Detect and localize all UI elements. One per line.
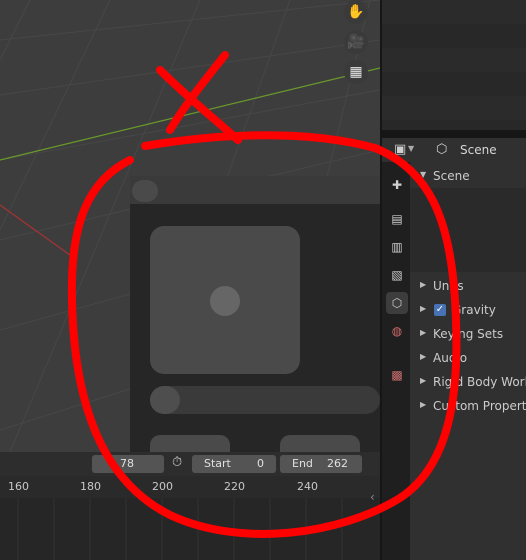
- overlay-slider-track[interactable]: [150, 386, 380, 414]
- scene-icon[interactable]: ⬡: [386, 292, 408, 314]
- editor-type-icon[interactable]: ▣: [394, 142, 406, 157]
- grid-icon[interactable]: ▦: [344, 60, 368, 84]
- overlay-panel-header: [130, 176, 380, 204]
- frame-tick: 200: [152, 480, 173, 493]
- tool-icon[interactable]: ✚: [386, 174, 408, 196]
- section-custom-properties[interactable]: ▶ Custom Properties: [410, 396, 526, 418]
- chevron-down-icon[interactable]: ▼: [408, 144, 414, 153]
- timeline-header: 78 ⏱ Start 0 End 262: [0, 452, 380, 476]
- outliner-row: [382, 72, 526, 96]
- outliner-row: [382, 0, 526, 24]
- properties-header: ▣ ▼ ⬡ Scene: [382, 138, 526, 162]
- properties-tabs: ✚ ▤ ▥ ▧ ⬡ ◍ ▩: [382, 162, 410, 560]
- properties-body: ▼ Scene ▶ Units ▶ ✓ Gravity ▶ Keying Set…: [410, 162, 526, 560]
- current-frame-field[interactable]: 78: [92, 455, 164, 473]
- properties-header-label: Scene: [460, 143, 497, 157]
- timeline-body[interactable]: ‹: [0, 490, 380, 560]
- expand-arrow-icon: ▼: [420, 170, 427, 179]
- timeline-grid: [17, 498, 343, 560]
- section-audio[interactable]: ▶ Audio: [410, 348, 526, 370]
- section-units[interactable]: ▶ Units: [410, 276, 526, 298]
- hand-icon[interactable]: ✋: [344, 0, 368, 24]
- output-icon[interactable]: ▥: [386, 236, 408, 258]
- outliner: [382, 0, 526, 130]
- overlay-slider-knob[interactable]: [150, 386, 180, 414]
- collapse-arrow-icon: ▶: [420, 304, 427, 313]
- overlay-header-dot: [132, 180, 158, 202]
- collapse-arrow-icon: ▶: [420, 280, 427, 289]
- section-keying-sets[interactable]: ▶ Keying Sets: [410, 324, 526, 346]
- render-icon[interactable]: ▤: [386, 208, 408, 230]
- frame-tick: 160: [8, 480, 29, 493]
- collapse-arrow-icon: ▶: [420, 328, 427, 337]
- texture-icon[interactable]: ▩: [386, 364, 408, 386]
- outliner-row: [382, 24, 526, 48]
- view-layer-icon[interactable]: ▧: [386, 264, 408, 286]
- collapse-arrow-icon: ▶: [420, 400, 427, 409]
- scene-icon: ⬡: [436, 142, 448, 157]
- horizontal-splitter[interactable]: [382, 130, 526, 138]
- frame-tick: 240: [297, 480, 318, 493]
- stopwatch-icon[interactable]: ⏱: [172, 455, 182, 470]
- collapse-arrow-icon: ▶: [420, 376, 427, 385]
- world-icon[interactable]: ◍: [386, 320, 408, 342]
- camera-icon[interactable]: 🎥: [344, 30, 368, 54]
- section-gravity[interactable]: ▶ ✓ Gravity: [410, 300, 526, 322]
- outliner-row: [382, 48, 526, 72]
- gravity-checkbox[interactable]: ✓: [434, 304, 446, 316]
- collapse-chevron-icon[interactable]: ‹: [370, 490, 375, 504]
- collapse-arrow-icon: ▶: [420, 352, 427, 361]
- scene-panel-content: [410, 188, 526, 272]
- frame-tick: 220: [224, 480, 245, 493]
- overlay-image-dot: [210, 286, 240, 316]
- start-frame-field[interactable]: Start 0: [192, 455, 276, 473]
- overlay-panel: [130, 176, 380, 455]
- outliner-row: [382, 96, 526, 120]
- scene-panel-header[interactable]: ▼ Scene: [410, 166, 526, 188]
- end-frame-field[interactable]: End 262: [280, 455, 362, 473]
- frame-tick: 180: [80, 480, 101, 493]
- section-rigid-body-world[interactable]: ▶ Rigid Body World: [410, 372, 526, 394]
- timeline-ruler[interactable]: 160 180 200 220 240: [0, 476, 380, 498]
